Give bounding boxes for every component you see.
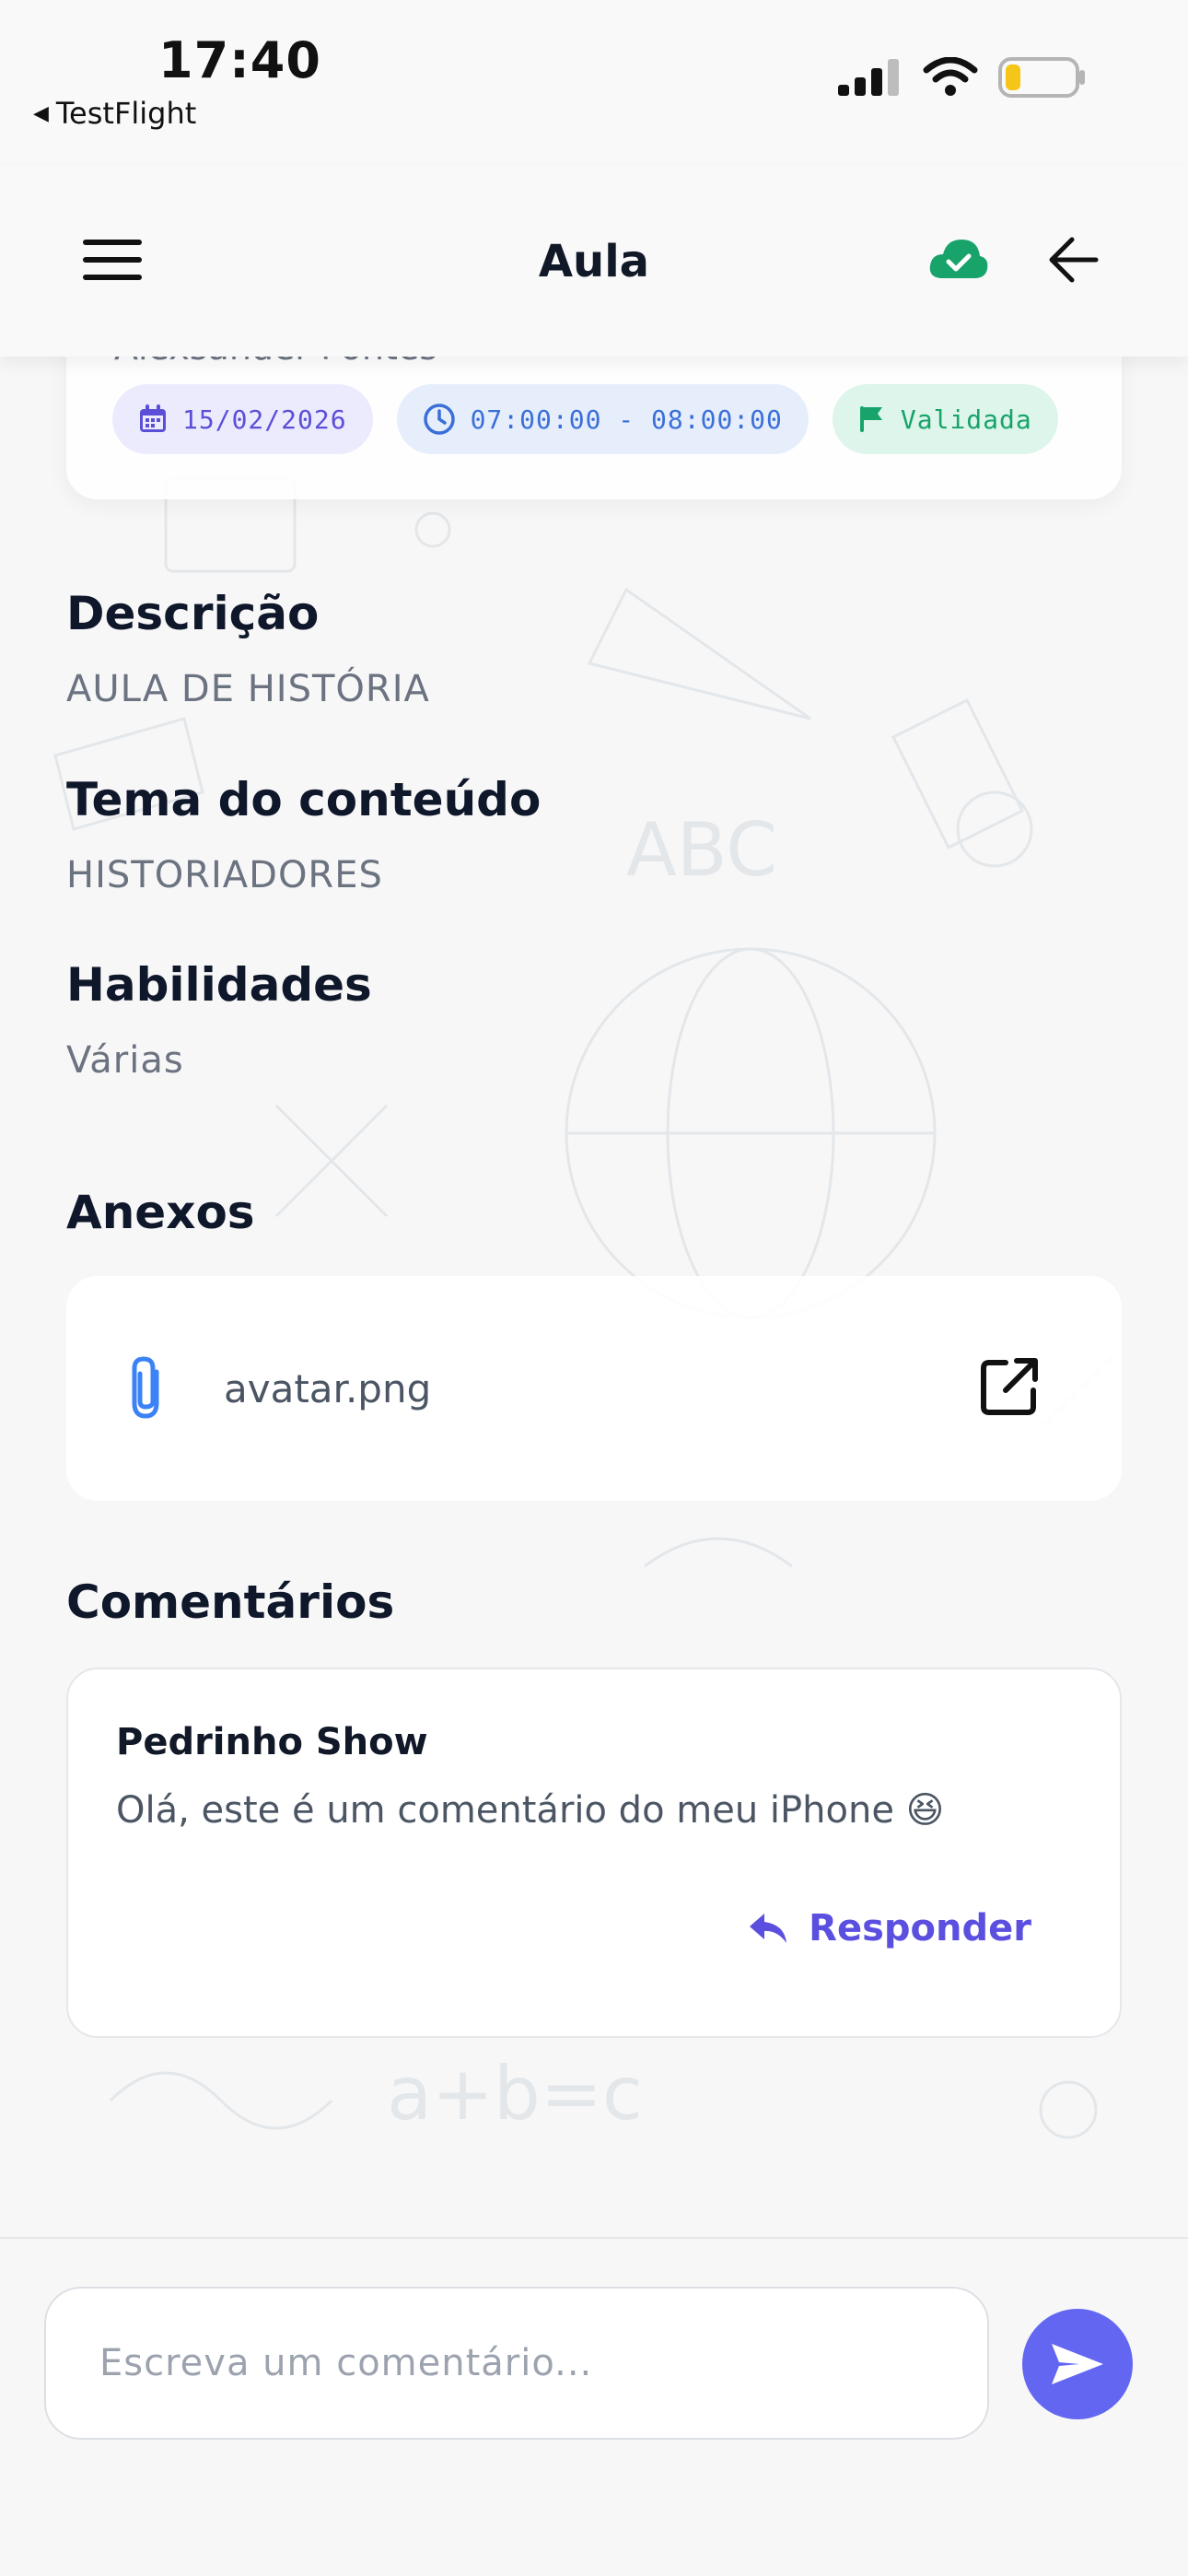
lesson-chips: 15/02/2026 07:00:00 - 08:00:00 Validada: [112, 384, 1058, 454]
time-chip: 07:00:00 - 08:00:00: [396, 384, 809, 454]
cloud-check-icon[interactable]: [928, 238, 989, 282]
status-time: 17:40: [158, 31, 321, 89]
teacher-name: Alexsander Pontes: [114, 357, 437, 368]
send-button[interactable]: [1022, 2309, 1133, 2419]
theme-value: HISTORIADORES: [66, 854, 383, 896]
reply-icon: [750, 1914, 787, 1943]
date-value: 15/02/2026: [182, 404, 347, 435]
date-chip: 15/02/2026: [112, 384, 373, 454]
skills-label: Habilidades: [66, 958, 372, 1012]
paperclip-icon: [132, 1356, 159, 1419]
theme-label: Tema do conteúdo: [66, 773, 542, 826]
battery-icon: [998, 57, 1085, 98]
attachment-item[interactable]: avatar.png: [66, 1276, 1122, 1501]
attachment-filename: avatar.png: [224, 1366, 432, 1411]
comment-composer: [0, 2237, 1188, 2576]
arrow-left-icon[interactable]: [1048, 234, 1100, 286]
flag-icon: [859, 406, 882, 432]
comments-label: Comentários: [66, 1575, 395, 1629]
status-chip: Validada: [832, 384, 1058, 454]
description-label: Descrição: [66, 587, 320, 640]
calendar-icon: [140, 404, 166, 432]
lesson-content[interactable]: Alexsander Pontes 15/02/2026 07:00: [0, 357, 1188, 2236]
status-bar: 17:40 ◀ TestFlight: [0, 0, 1188, 166]
status-value: Validada: [900, 404, 1032, 435]
back-app-label: TestFlight: [55, 96, 197, 131]
lesson-info-card: Alexsander Pontes 15/02/2026 07:00: [66, 357, 1122, 499]
comment-input[interactable]: [44, 2287, 989, 2440]
page-title: Aula: [538, 236, 650, 287]
comment-author: Pedrinho Show: [116, 1721, 428, 1763]
app-header: Aula: [0, 166, 1188, 357]
reply-button[interactable]: Responder: [748, 1907, 1031, 1950]
send-icon: [1052, 2344, 1103, 2384]
signal-icon: [838, 59, 899, 96]
reply-label: Responder: [809, 1907, 1031, 1950]
wifi-icon: [923, 57, 978, 96]
attachments-label: Anexos: [66, 1186, 255, 1239]
clock-icon: [423, 404, 455, 435]
comment-card: Pedrinho Show Olá, este é um comentário …: [66, 1668, 1122, 2038]
back-to-testflight[interactable]: ◀ TestFlight: [33, 96, 196, 131]
comment-text: Olá, este é um comentário do meu iPhone …: [116, 1789, 945, 1832]
time-range-value: 07:00:00 - 08:00:00: [470, 404, 783, 435]
skills-value: Várias: [66, 1039, 184, 1082]
description-value: AULA DE HISTÓRIA: [66, 668, 430, 710]
status-icons: [838, 57, 1087, 98]
external-link-icon[interactable]: [978, 1355, 1041, 1418]
back-triangle-icon: ◀: [33, 101, 49, 125]
